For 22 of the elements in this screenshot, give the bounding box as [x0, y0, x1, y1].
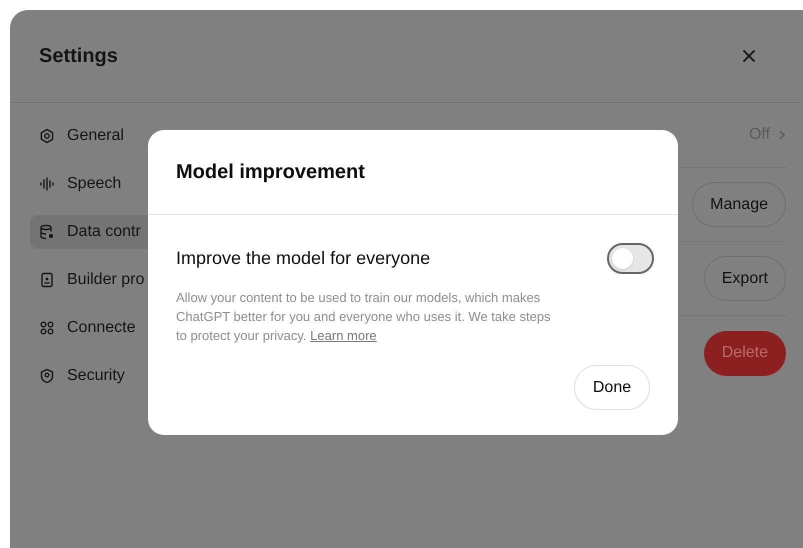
chevron-right-icon: [778, 129, 786, 141]
export-button[interactable]: Export: [704, 256, 786, 301]
toggle-switch[interactable]: [607, 243, 654, 274]
sidebar-item[interactable]: Speech: [30, 167, 170, 201]
close-icon[interactable]: [742, 49, 756, 63]
shield-icon: [39, 368, 55, 384]
dialog-title: Model improvement: [176, 160, 365, 185]
sidebar-item[interactable]: Builder pro: [30, 263, 170, 297]
sidebar-item[interactable]: General: [30, 119, 170, 153]
sidebar-item[interactable]: Security: [30, 359, 170, 393]
database-icon: [39, 224, 55, 240]
gear-icon: [39, 128, 55, 144]
setting-label: Improve the model for everyone: [176, 247, 430, 270]
done-button[interactable]: Done: [574, 365, 650, 410]
sidebar-item[interactable]: Connecte: [30, 311, 170, 345]
waveform-icon: [39, 176, 55, 192]
id-card-icon: [39, 272, 55, 288]
setting-description: Allow your content to be used to train our models, which makes ChatGPT better for you and everyone who uses it. We take steps to protect your privacy. Learn more: [175, 289, 552, 345]
four-circles-icon: [39, 320, 55, 336]
window-title: Settings: [39, 44, 118, 69]
learn-more-link[interactable]: Learn more: [310, 328, 377, 343]
manage-button[interactable]: Manage: [692, 182, 786, 227]
